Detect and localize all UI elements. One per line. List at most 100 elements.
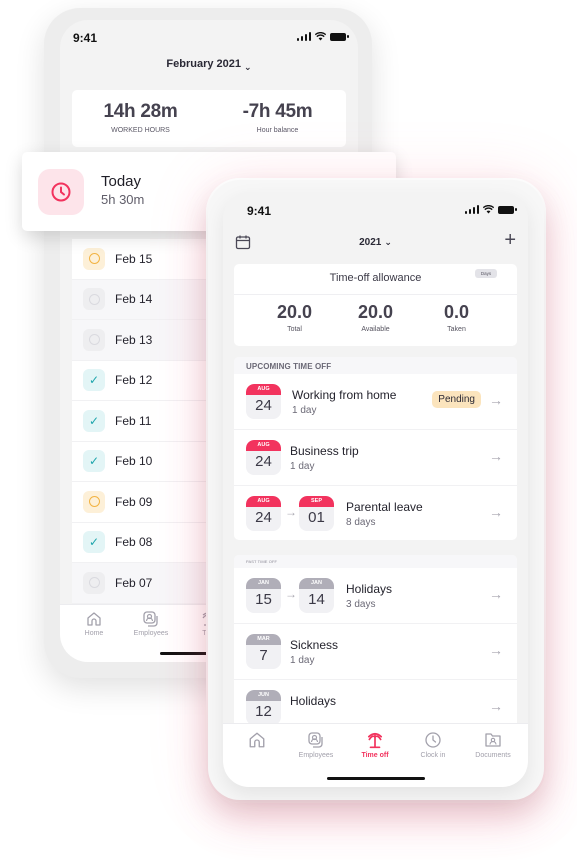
checkmark: ✓ <box>88 413 100 428</box>
home-icon <box>227 730 287 750</box>
ring <box>88 496 100 508</box>
time-off-title: Working from home <box>292 388 397 402</box>
time-off-row[interactable]: MAR 7 Sickness 1 day → <box>234 624 517 680</box>
chip-day: 12 <box>255 703 272 720</box>
arrow-right-icon[interactable]: → <box>489 642 503 658</box>
day-label: Feb 10 <box>115 454 153 469</box>
stat-label: Total <box>287 326 302 333</box>
status-time: 9:41 <box>73 31 98 45</box>
stat-label: Hour balance <box>256 127 299 134</box>
chip-month: JAN <box>299 578 334 589</box>
time-off-row[interactable]: JAN 15 → JAN 14 Holidays 3 days → <box>234 568 517 624</box>
tab-home[interactable] <box>227 730 287 750</box>
day-label: Feb 15 <box>115 251 153 266</box>
documents-icon <box>463 730 523 750</box>
chip-day: 24 <box>255 509 272 526</box>
stat-value: -7h 45m <box>242 101 313 122</box>
chip-month: JAN <box>246 578 281 589</box>
chip-month: AUG <box>246 384 281 395</box>
arrow-right-icon[interactable]: → <box>489 504 503 520</box>
chip-month: MAR <box>246 634 281 645</box>
range-arrow-icon: → <box>285 587 297 601</box>
taken-stat: 0.0 Taken <box>416 302 497 333</box>
pending-ring-icon <box>83 247 105 270</box>
time-off-row[interactable]: AUG 24 → SEP 01 Parental leave 8 days → <box>234 486 517 540</box>
time-off-row[interactable]: AUG 24 Business trip 1 day → <box>234 430 517 486</box>
empty-ring-icon <box>83 328 105 351</box>
stat-label: Available <box>361 326 390 333</box>
empty-ring-icon <box>83 571 105 594</box>
status-bar: 9:41 <box>223 192 528 228</box>
time-off-header: 2021 ⌄ + <box>223 230 528 256</box>
year-selector-label: 2021 <box>359 237 382 248</box>
empty-ring-icon <box>83 288 105 311</box>
signal-icon <box>296 32 311 41</box>
month-selector[interactable]: February 2021 ⌄ <box>60 58 358 72</box>
day-label: Feb 14 <box>115 292 153 307</box>
divider <box>234 294 517 295</box>
chevron-down-icon: ⌄ <box>244 62 252 72</box>
time-off-duration: 1 day <box>292 405 317 416</box>
ring <box>88 334 100 346</box>
today-title: Today <box>101 173 142 190</box>
past-list: JAN 15 → JAN 14 Holidays 3 days → MAR 7 Sickness 1 … <box>234 568 517 736</box>
pending-ring-icon <box>83 490 105 513</box>
front-phone-screen: 9:41 2021 ⌄ + Time-off allowance Days 20.… <box>223 192 528 787</box>
arrow-right-icon[interactable]: → <box>489 586 503 602</box>
day-label: Feb 08 <box>115 535 153 550</box>
add-time-off-button[interactable]: + <box>504 230 516 250</box>
time-off-title: Holidays <box>346 582 393 596</box>
tab-documents[interactable]: Documents <box>463 730 523 759</box>
hour-balance-stat: -7h 45m Hour balance <box>209 90 346 147</box>
start-date-chip: AUG 24 <box>246 496 281 531</box>
arrow-right-icon[interactable]: → <box>489 392 503 408</box>
tab-employees[interactable]: Employees <box>123 610 179 637</box>
status-bar: 9:41 <box>60 20 358 56</box>
arrow-right-icon[interactable]: → <box>489 448 503 464</box>
tab-employees[interactable]: Employees <box>286 730 346 759</box>
time-off-title: Sickness <box>290 638 339 652</box>
time-off-duration: 3 days <box>346 599 376 610</box>
end-date-chip: JAN 14 <box>299 578 334 613</box>
past-time-off-section: PAST TIME OFF JAN 15 → JAN 14 Holidays 3 days →… <box>234 555 517 745</box>
check-icon: ✓ <box>83 409 105 432</box>
chip-day: 7 <box>259 647 268 664</box>
home-icon <box>66 610 122 628</box>
arrow-right-icon[interactable]: → <box>489 698 503 714</box>
chip-month: AUG <box>246 440 281 451</box>
clock-icon <box>403 730 463 750</box>
month-selector-label: February 2021 <box>166 58 242 70</box>
ring <box>88 253 100 265</box>
chip-month: SEP <box>299 496 334 507</box>
tab-time-off[interactable]: Time off <box>345 730 405 759</box>
start-date-chip: JAN 15 <box>246 578 281 613</box>
allowance-card: Time-off allowance Days 20.0 Total 20.0 … <box>234 264 517 346</box>
battery-icon <box>330 32 349 41</box>
wifi-icon <box>315 32 326 41</box>
start-date-chip: AUG 24 <box>246 440 281 475</box>
unit-chip[interactable]: Days <box>475 269 497 278</box>
chip-day: 01 <box>308 509 325 526</box>
tab-clock-in[interactable]: Clock in <box>403 730 463 759</box>
time-off-row[interactable]: AUG 24 Working from home 1 day Pending → <box>234 374 517 430</box>
stat-value: 20.0 <box>357 302 394 322</box>
upcoming-list: AUG 24 Working from home 1 day Pending → AUG 24… <box>234 374 517 540</box>
chip-month: AUG <box>246 496 281 507</box>
worked-hours-stat: 14h 28m WORKED HOURS <box>72 90 209 147</box>
day-label: Feb 07 <box>115 575 153 590</box>
today-icon-box <box>38 169 84 215</box>
ring <box>88 577 100 589</box>
day-label: Feb 13 <box>115 332 153 347</box>
chevron-down-icon: ⌄ <box>384 237 392 247</box>
start-date-chip: JUN 12 <box>246 690 281 725</box>
stat-label: WORKED HOURS <box>111 127 170 134</box>
section-header: UPCOMING TIME OFF <box>234 357 517 374</box>
ring <box>88 293 100 305</box>
start-date-chip: MAR 7 <box>246 634 281 669</box>
day-label: Feb 12 <box>115 373 153 388</box>
checkmark: ✓ <box>88 535 100 550</box>
tab-home[interactable]: Home <box>66 610 122 637</box>
year-selector[interactable]: 2021 ⌄ <box>223 237 528 248</box>
signal-icon <box>464 205 479 214</box>
day-label: Feb 09 <box>115 494 153 509</box>
